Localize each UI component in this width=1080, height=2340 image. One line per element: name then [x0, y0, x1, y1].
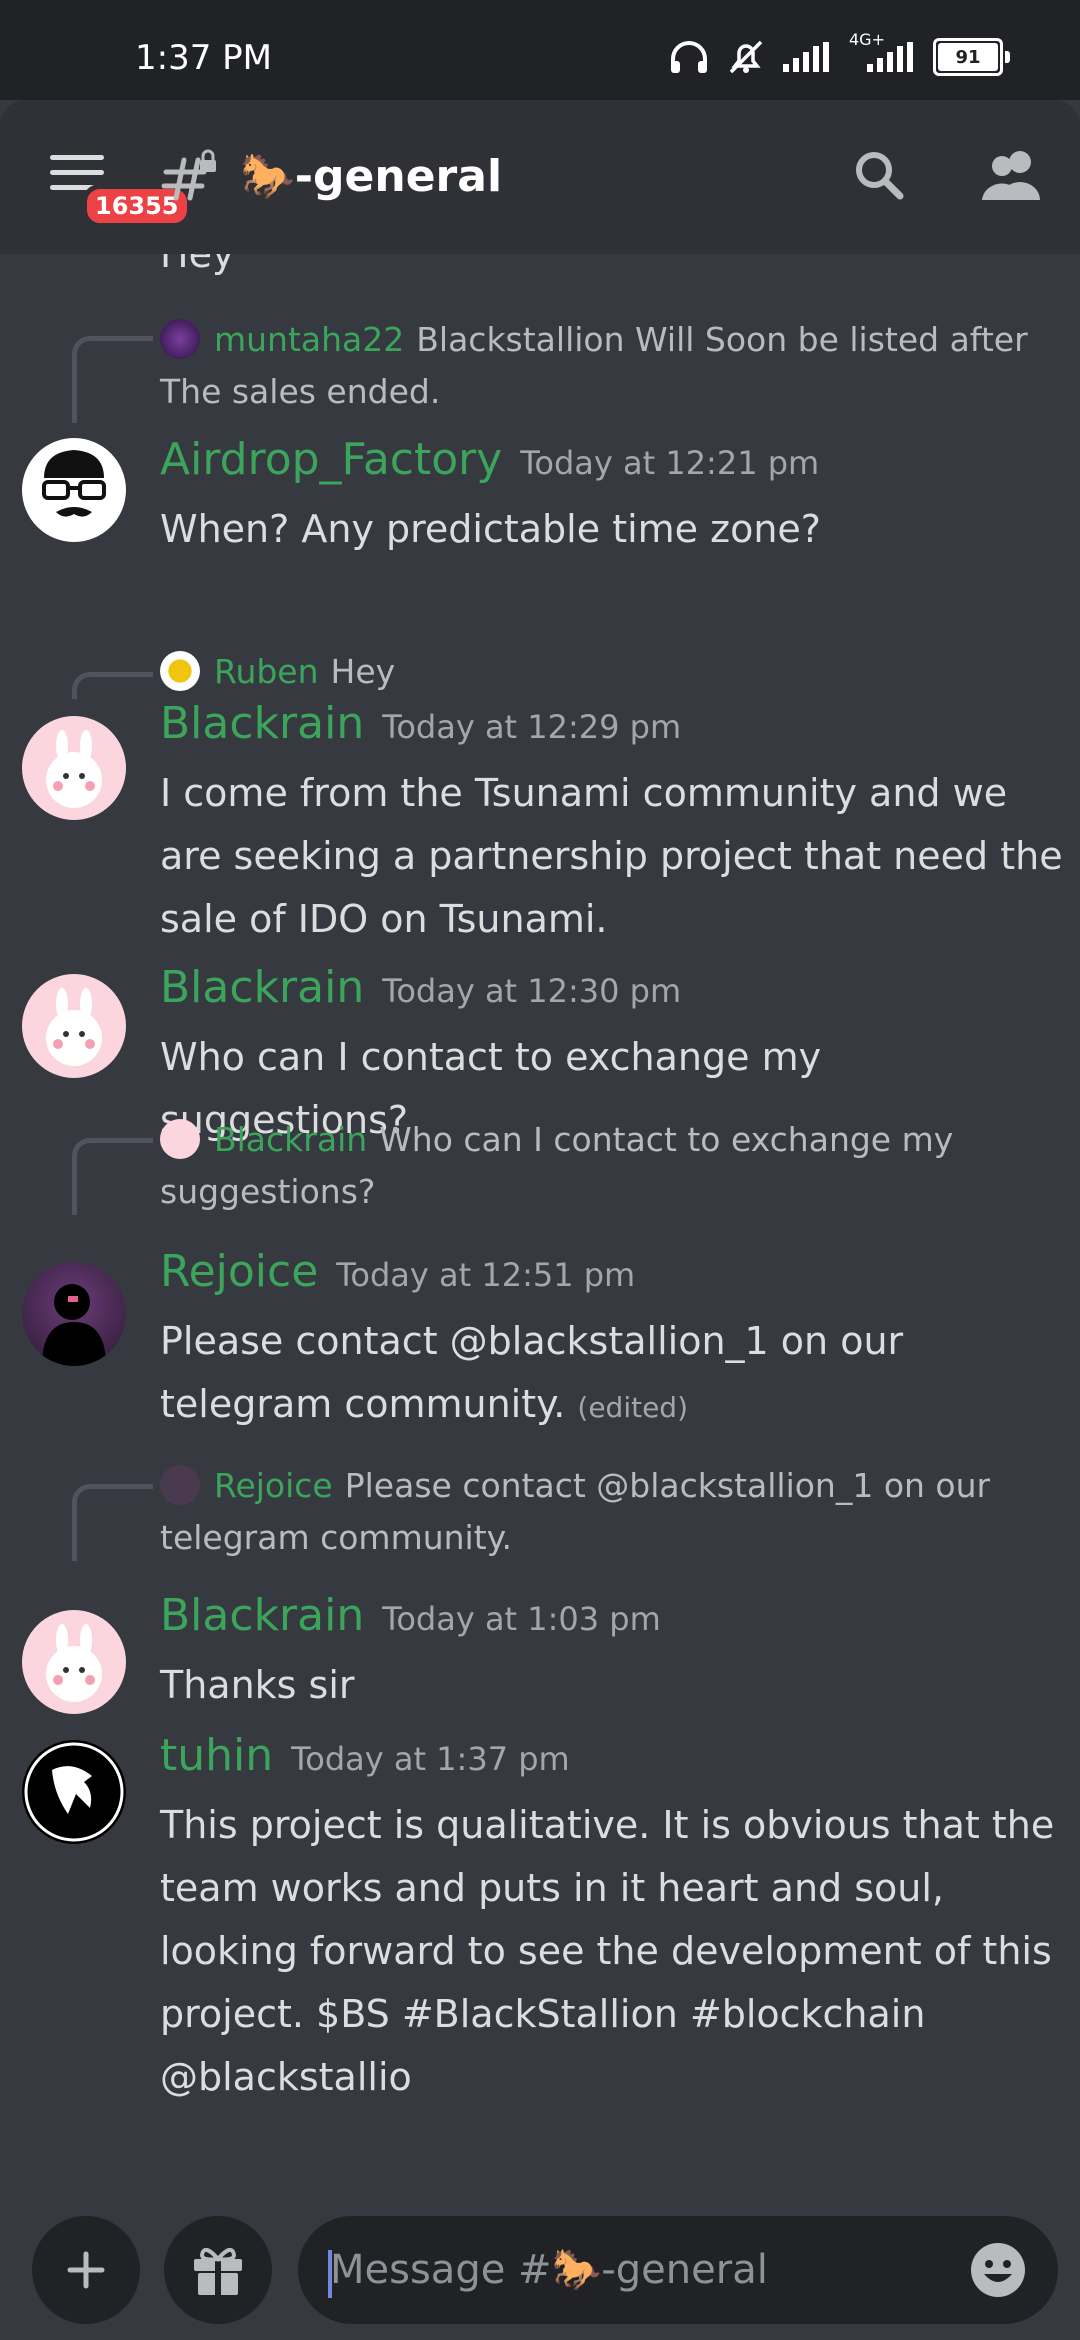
- reply-preview[interactable]: muntaha22 Blackstallion Will Soon be list…: [160, 314, 1040, 418]
- add-attachment-button[interactable]: [32, 2216, 140, 2324]
- status-bar: 1:37 PM 4G+ 91: [0, 0, 1080, 100]
- emoji-icon: [971, 2243, 1025, 2297]
- message-body: This project is qualitative. It is obvio…: [160, 1803, 1055, 2099]
- message-text: Please contact @blackstallion_1 on our t…: [160, 1319, 904, 1426]
- message-list[interactable]: Hey muntaha22 Blackstallion Will Soon be …: [0, 254, 1080, 2194]
- author-name[interactable]: Blackrain: [160, 962, 364, 1013]
- timestamp: Today at 12:29 pm: [382, 708, 682, 746]
- channel-title[interactable]: 🐎-general: [240, 150, 502, 202]
- avatar[interactable]: [22, 438, 126, 542]
- avatar[interactable]: [22, 1610, 126, 1714]
- timestamp: Today at 1:03 pm: [382, 1600, 661, 1638]
- signal-icon: [783, 42, 831, 72]
- timestamp: Today at 12:51 pm: [336, 1256, 636, 1294]
- network-label: 4G+: [849, 30, 885, 49]
- emoji-button[interactable]: [968, 2240, 1028, 2300]
- locked-channel-icon: [160, 148, 220, 204]
- message-author[interactable]: Blackrain Today at 12:29 pm: [160, 698, 681, 749]
- message-body: When? Any predictable time zone?: [160, 507, 821, 551]
- author-name[interactable]: tuhin: [160, 1730, 273, 1781]
- message-author[interactable]: Rejoice Today at 12:51 pm: [160, 1246, 635, 1297]
- author-name[interactable]: Airdrop_Factory: [160, 434, 502, 485]
- reply-connector: [72, 672, 153, 699]
- reply-text: Hey: [330, 652, 396, 691]
- reply-author: muntaha22: [214, 320, 405, 359]
- channel-header: 16355 🐎-general: [0, 100, 1080, 254]
- reply-author: Blackrain: [214, 1120, 368, 1159]
- reply-avatar: [160, 319, 200, 359]
- partial-message-text: Hey: [160, 254, 235, 276]
- signal-4g-icon: 4G+: [849, 30, 915, 72]
- message-body: I come from the Tsunami community and we…: [160, 771, 1063, 941]
- reply-connector: [72, 1138, 153, 1215]
- search-button[interactable]: [852, 148, 906, 202]
- reply-connector: [72, 336, 153, 423]
- plus-icon: [67, 2251, 105, 2289]
- reply-preview[interactable]: Ruben Hey: [160, 646, 1040, 698]
- members-button[interactable]: [980, 148, 1044, 202]
- message-input[interactable]: Message #🐎-general: [298, 2216, 1058, 2324]
- headphones-icon: [669, 39, 709, 75]
- reply-preview[interactable]: Blackrain Who can I contact to exchange m…: [160, 1114, 1040, 1218]
- reply-author: Ruben: [214, 652, 319, 691]
- search-icon: [856, 152, 904, 200]
- gift-button[interactable]: [164, 2216, 272, 2324]
- members-icon: [982, 151, 1040, 200]
- bell-muted-icon: [727, 38, 765, 76]
- status-time: 1:37 PM: [135, 38, 272, 78]
- edited-label: (edited): [577, 1391, 688, 1424]
- timestamp: Today at 12:30 pm: [382, 972, 682, 1010]
- message-author[interactable]: Blackrain Today at 12:30 pm: [160, 962, 681, 1013]
- reply-avatar: [160, 1119, 200, 1159]
- author-name[interactable]: Rejoice: [160, 1246, 318, 1297]
- timestamp: Today at 12:21 pm: [520, 444, 820, 482]
- reply-connector: [72, 1484, 153, 1561]
- reply-preview[interactable]: Rejoice Please contact @blackstallion_1 o…: [160, 1460, 1040, 1564]
- reply-avatar: [160, 1465, 200, 1505]
- message-body: Thanks sir: [160, 1663, 355, 1707]
- message-author[interactable]: Blackrain Today at 1:03 pm: [160, 1590, 661, 1641]
- avatar[interactable]: [22, 1262, 126, 1366]
- message-body: Please contact @blackstallion_1 on our t…: [160, 1310, 1065, 1439]
- author-name[interactable]: Blackrain: [160, 1590, 364, 1641]
- avatar[interactable]: [22, 716, 126, 820]
- message-author[interactable]: Airdrop_Factory Today at 12:21 pm: [160, 434, 819, 485]
- message-author[interactable]: tuhin Today at 1:37 pm: [160, 1730, 570, 1781]
- timestamp: Today at 1:37 pm: [291, 1740, 570, 1778]
- status-icons: 4G+ 91: [669, 30, 1010, 76]
- message-composer: Message #🐎-general: [0, 2194, 1080, 2340]
- avatar[interactable]: [22, 1740, 126, 1844]
- message-placeholder: Message #🐎-general: [330, 2247, 768, 2293]
- battery-level: 91: [938, 43, 998, 71]
- battery-icon: 91: [933, 38, 1010, 76]
- reply-author: Rejoice: [214, 1466, 333, 1505]
- reply-avatar: [160, 651, 200, 691]
- avatar[interactable]: [22, 974, 126, 1078]
- author-name[interactable]: Blackrain: [160, 698, 364, 749]
- gift-icon: [194, 2247, 242, 2295]
